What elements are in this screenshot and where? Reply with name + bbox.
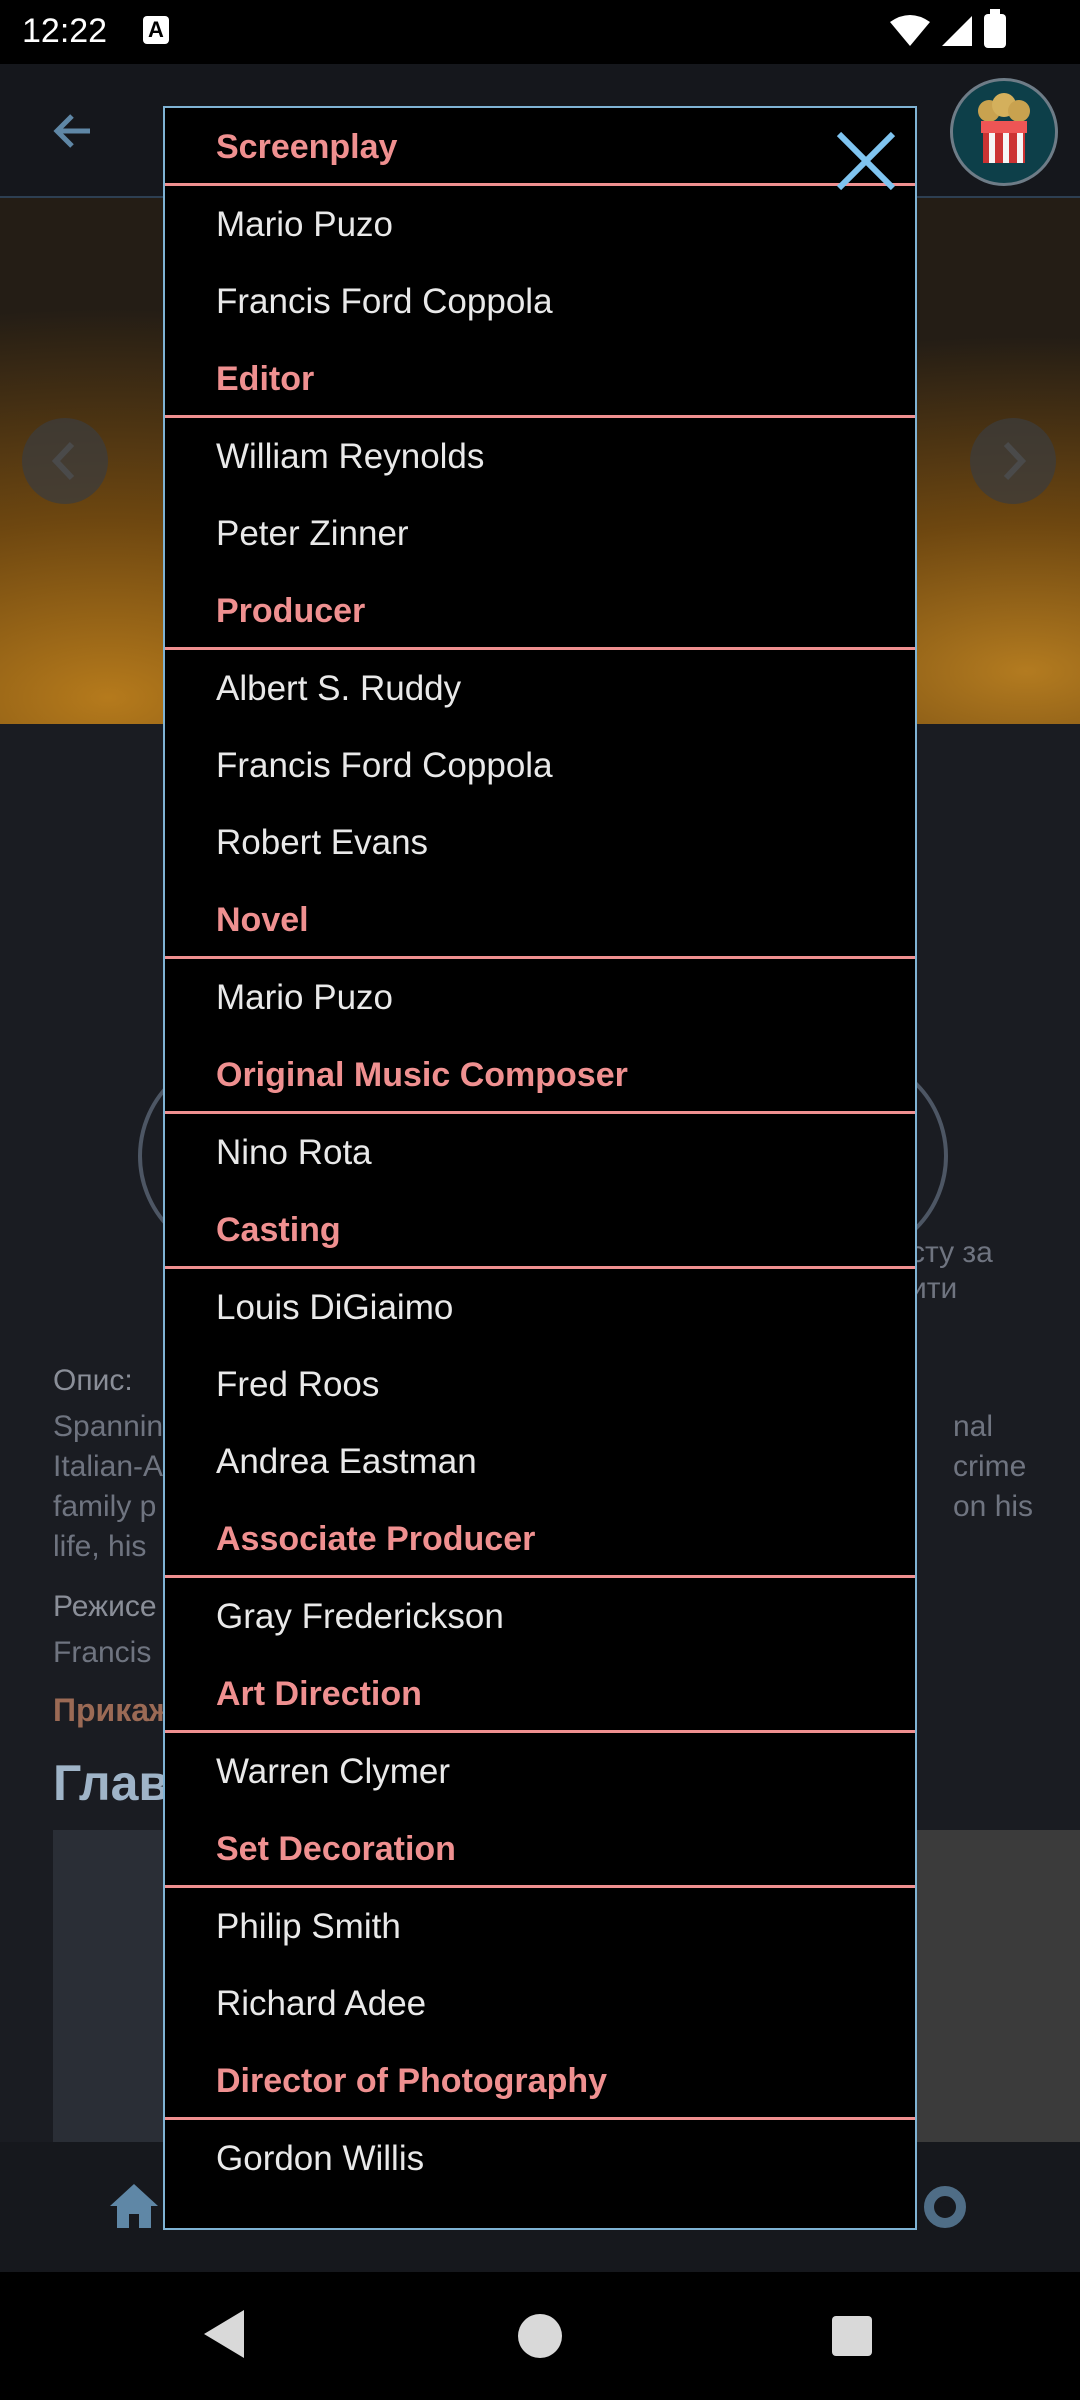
description-line: on his [953, 1490, 1034, 1523]
system-home-icon[interactable] [518, 2314, 562, 2358]
home-icon[interactable] [108, 2182, 160, 2230]
chevron-right-icon [1003, 441, 1027, 481]
crew-section-title: Novel [165, 881, 915, 959]
crew-section-title: Set Decoration [165, 1810, 915, 1888]
crew-member-item[interactable]: Mario Puzo [165, 959, 915, 1036]
crew-member-item[interactable]: Albert S. Ruddy [165, 650, 915, 727]
popcorn-icon [978, 93, 1030, 163]
crew-member-item[interactable]: Richard Adee [165, 1965, 915, 2042]
close-icon[interactable] [833, 128, 899, 194]
crew-member-item[interactable]: Louis DiGiaimo [165, 1269, 915, 1346]
crew-member-item[interactable]: Philip Smith [165, 1888, 915, 1965]
status-time: 12:22 [22, 12, 108, 50]
description-line: Spannin [53, 1410, 164, 1443]
description-line: life, his [53, 1530, 147, 1563]
side-text: сту за [910, 1236, 993, 1269]
crew-member-item[interactable]: Francis Ford Coppola [165, 263, 915, 340]
crew-section-title: Producer [165, 572, 915, 650]
cast-photo[interactable] [910, 1830, 1080, 2142]
notification-icon: A [143, 16, 169, 44]
crew-member-item[interactable]: Nino Rota [165, 1114, 915, 1191]
status-bar: 12:22 A [0, 0, 1080, 64]
description-line: crime [953, 1450, 1027, 1483]
crew-member-item[interactable]: Robert Evans [165, 804, 915, 881]
crew-member-item[interactable]: Warren Clymer [165, 1733, 915, 1810]
director-name: Francis [53, 1636, 152, 1669]
crew-member-item[interactable]: Andrea Eastman [165, 1423, 915, 1500]
carousel-prev-button[interactable] [22, 418, 108, 504]
crew-member-item[interactable]: Mario Puzo [165, 186, 915, 263]
crew-member-item[interactable]: Peter Zinner [165, 495, 915, 572]
crew-member-item[interactable]: William Reynolds [165, 418, 915, 495]
back-arrow-icon[interactable] [46, 104, 100, 158]
crew-dialog: Screenplay Mario Puzo Francis Ford Coppola… [163, 106, 917, 2230]
carousel-next-button[interactable] [970, 418, 1056, 504]
director-label: Режисе [53, 1590, 157, 1623]
system-back-icon[interactable] [204, 2310, 244, 2358]
crew-section-title: Associate Producer [165, 1500, 915, 1578]
crew-section-title: Editor [165, 340, 915, 418]
chevron-left-icon [51, 441, 75, 481]
app-logo-avatar[interactable] [950, 78, 1058, 186]
cast-photo[interactable] [53, 1830, 173, 2142]
crew-list: Screenplay Mario Puzo Francis Ford Coppola… [165, 108, 915, 2197]
description-line: Italian-A [53, 1450, 164, 1483]
crew-member-item[interactable]: Gray Frederickson [165, 1578, 915, 1655]
crew-section-title: Director of Photography [165, 2042, 915, 2120]
crew-member-item[interactable]: Francis Ford Coppola [165, 727, 915, 804]
wifi-icon [890, 15, 930, 46]
crew-section-title: Casting [165, 1191, 915, 1269]
battery-icon [984, 9, 1006, 48]
description-line: family p [53, 1490, 157, 1523]
crew-member-item[interactable]: Gordon Willis [165, 2120, 915, 2197]
side-text: ити [910, 1272, 958, 1305]
crew-section-title: Original Music Composer [165, 1036, 915, 1114]
signal-icon [942, 16, 972, 46]
crew-member-item[interactable]: Fred Roos [165, 1346, 915, 1423]
crew-section-title: Art Direction [165, 1655, 915, 1733]
main-cast-title: Глав [53, 1755, 170, 1811]
description-label: Опис: [53, 1364, 133, 1397]
settings-icon[interactable] [918, 2180, 972, 2234]
description-line: nal [953, 1410, 994, 1443]
show-more-link[interactable]: Прикаж [53, 1692, 172, 1729]
crew-section-title: Screenplay [165, 108, 915, 186]
system-recents-icon[interactable] [832, 2316, 872, 2356]
